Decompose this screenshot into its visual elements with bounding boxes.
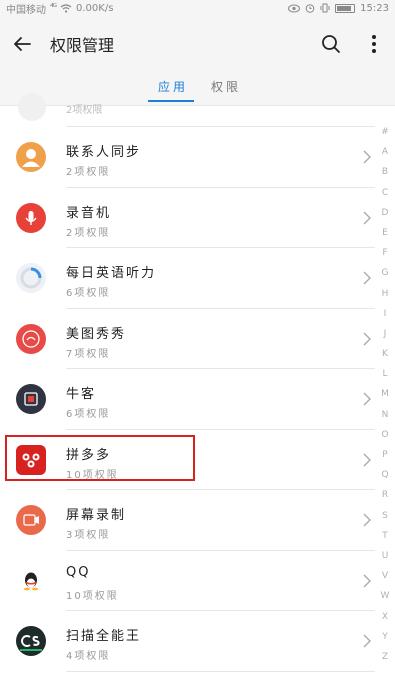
list-item[interactable]: 录音机 2项权限 <box>0 188 375 248</box>
chevron-right-icon <box>363 392 371 406</box>
permission-count: 6项权限 <box>66 409 111 420</box>
app-name: 屏幕录制 <box>66 508 127 523</box>
index-letter[interactable]: P <box>382 445 387 465</box>
list-item-partial[interactable]: 2项权限 <box>0 93 375 127</box>
list-item[interactable]: 扫描全能王 4项权限 <box>0 611 375 672</box>
battery-icon <box>335 3 356 13</box>
index-letter[interactable]: J <box>384 324 387 344</box>
tab-permissions[interactable]: 权限 <box>211 78 241 95</box>
status-bar: 中国移动 ⁴ᴳ 0.00K/s 15:23 <box>0 0 395 16</box>
index-letter[interactable]: Z <box>382 647 388 667</box>
meitu-icon <box>16 323 46 354</box>
search-button[interactable] <box>311 24 351 64</box>
chevron-right-icon <box>363 332 371 345</box>
index-letter[interactable]: N <box>382 405 389 425</box>
chevron-right-icon <box>363 453 371 466</box>
app-icon <box>18 93 46 121</box>
screen-record-icon <box>16 505 46 535</box>
back-arrow-icon <box>14 37 31 51</box>
tab-apps[interactable]: 应用 <box>158 78 188 95</box>
page-title: 权限管理 <box>50 36 115 55</box>
back-button[interactable] <box>0 22 44 66</box>
index-letter[interactable]: F <box>382 243 387 263</box>
english-listening-icon <box>16 263 46 293</box>
index-letter[interactable]: D <box>382 203 389 223</box>
nowcoder-icon <box>16 384 46 414</box>
permission-count: 3项权限 <box>66 530 111 541</box>
index-letter[interactable]: H <box>382 284 389 304</box>
index-letter[interactable]: T <box>382 526 388 546</box>
index-letter[interactable]: R <box>382 485 388 505</box>
app-permission-list: 2项权限 联系人同步 2项权限 录音机 2项权限 每日英语听力 6项权限 美图秀… <box>0 93 375 672</box>
index-letter[interactable]: S <box>382 506 388 526</box>
index-letter[interactable]: # <box>381 122 389 142</box>
network-speed: 0.00K/s <box>76 2 114 14</box>
index-letter[interactable]: X <box>382 607 388 627</box>
permission-count: 2项权限 <box>66 227 111 239</box>
index-letter[interactable]: M <box>381 384 389 404</box>
list-item[interactable]: 屏幕录制 3项权限 <box>0 490 375 551</box>
index-letter[interactable]: A <box>382 142 388 162</box>
camscanner-icon <box>16 626 46 656</box>
index-letter[interactable]: K <box>382 344 388 364</box>
recorder-icon <box>16 202 46 233</box>
more-options-button[interactable] <box>359 24 389 64</box>
search-icon <box>322 35 340 53</box>
list-item[interactable]: 牛客 6项权限 <box>0 369 375 430</box>
chevron-right-icon <box>363 574 371 587</box>
chevron-right-icon <box>363 513 371 527</box>
signal-indicator: ⁴ᴳ <box>50 3 57 13</box>
alphabet-index[interactable]: # A B C D E F G H I J K L M N O P Q R S T U V W X Y Z <box>375 122 395 667</box>
permission-count: 6项权限 <box>66 288 111 299</box>
list-item[interactable]: QQ 10项权限 <box>0 551 375 611</box>
index-letter[interactable]: G <box>382 263 389 283</box>
index-letter[interactable]: I <box>384 304 387 324</box>
chevron-right-icon <box>363 271 371 285</box>
index-letter[interactable]: L <box>382 364 387 384</box>
active-tab-indicator <box>148 100 194 102</box>
app-name: 联系人同步 <box>66 145 142 160</box>
index-letter[interactable]: E <box>382 223 388 243</box>
index-letter[interactable]: Y <box>382 627 388 647</box>
index-letter[interactable]: V <box>382 566 388 586</box>
pinduoduo-icon <box>16 444 46 475</box>
chevron-right-icon <box>363 634 371 648</box>
app-name: 每日英语听力 <box>66 266 157 281</box>
list-item-sub: 2项权限 <box>66 105 103 116</box>
app-name: 美图秀秀 <box>66 326 127 342</box>
index-letter[interactable]: B <box>382 162 388 182</box>
chevron-right-icon <box>363 150 371 164</box>
wifi-icon <box>60 3 72 13</box>
permission-count: 7项权限 <box>66 348 111 360</box>
index-letter[interactable]: W <box>381 586 390 606</box>
index-letter[interactable]: Q <box>381 465 388 485</box>
list-item[interactable]: 联系人同步 2项权限 <box>0 127 375 188</box>
status-time: 15:23 <box>360 2 389 14</box>
permission-count: 4项权限 <box>66 651 111 662</box>
eye-icon <box>288 4 301 12</box>
app-name: QQ <box>66 564 91 580</box>
permission-count: 2项权限 <box>66 167 111 178</box>
list-item[interactable]: 每日英语听力 6项权限 <box>0 248 375 309</box>
qq-icon <box>16 565 46 596</box>
carrier-label: 中国移动 <box>6 4 46 16</box>
list-item[interactable]: 拼多多 10项权限 <box>0 430 375 490</box>
index-letter[interactable]: C <box>382 183 388 203</box>
index-letter[interactable]: U <box>382 546 389 566</box>
chevron-right-icon <box>363 211 371 224</box>
app-bar: 权限管理 <box>0 16 395 72</box>
app-name: 扫描全能王 <box>66 629 142 644</box>
tab-bar: 应用 权限 <box>0 72 395 106</box>
list-item[interactable]: 美图秀秀 7项权限 <box>0 309 375 369</box>
app-name: 录音机 <box>66 205 112 221</box>
contacts-sync-icon <box>16 142 46 172</box>
app-name: 牛客 <box>66 387 97 402</box>
index-letter[interactable]: O <box>381 425 388 445</box>
vibrate-icon <box>320 3 330 13</box>
more-vertical-icon <box>372 35 376 53</box>
alarm-icon <box>305 4 315 13</box>
permission-count: 10项权限 <box>66 590 119 602</box>
app-name: 拼多多 <box>66 447 112 463</box>
permission-count: 10项权限 <box>66 469 119 481</box>
